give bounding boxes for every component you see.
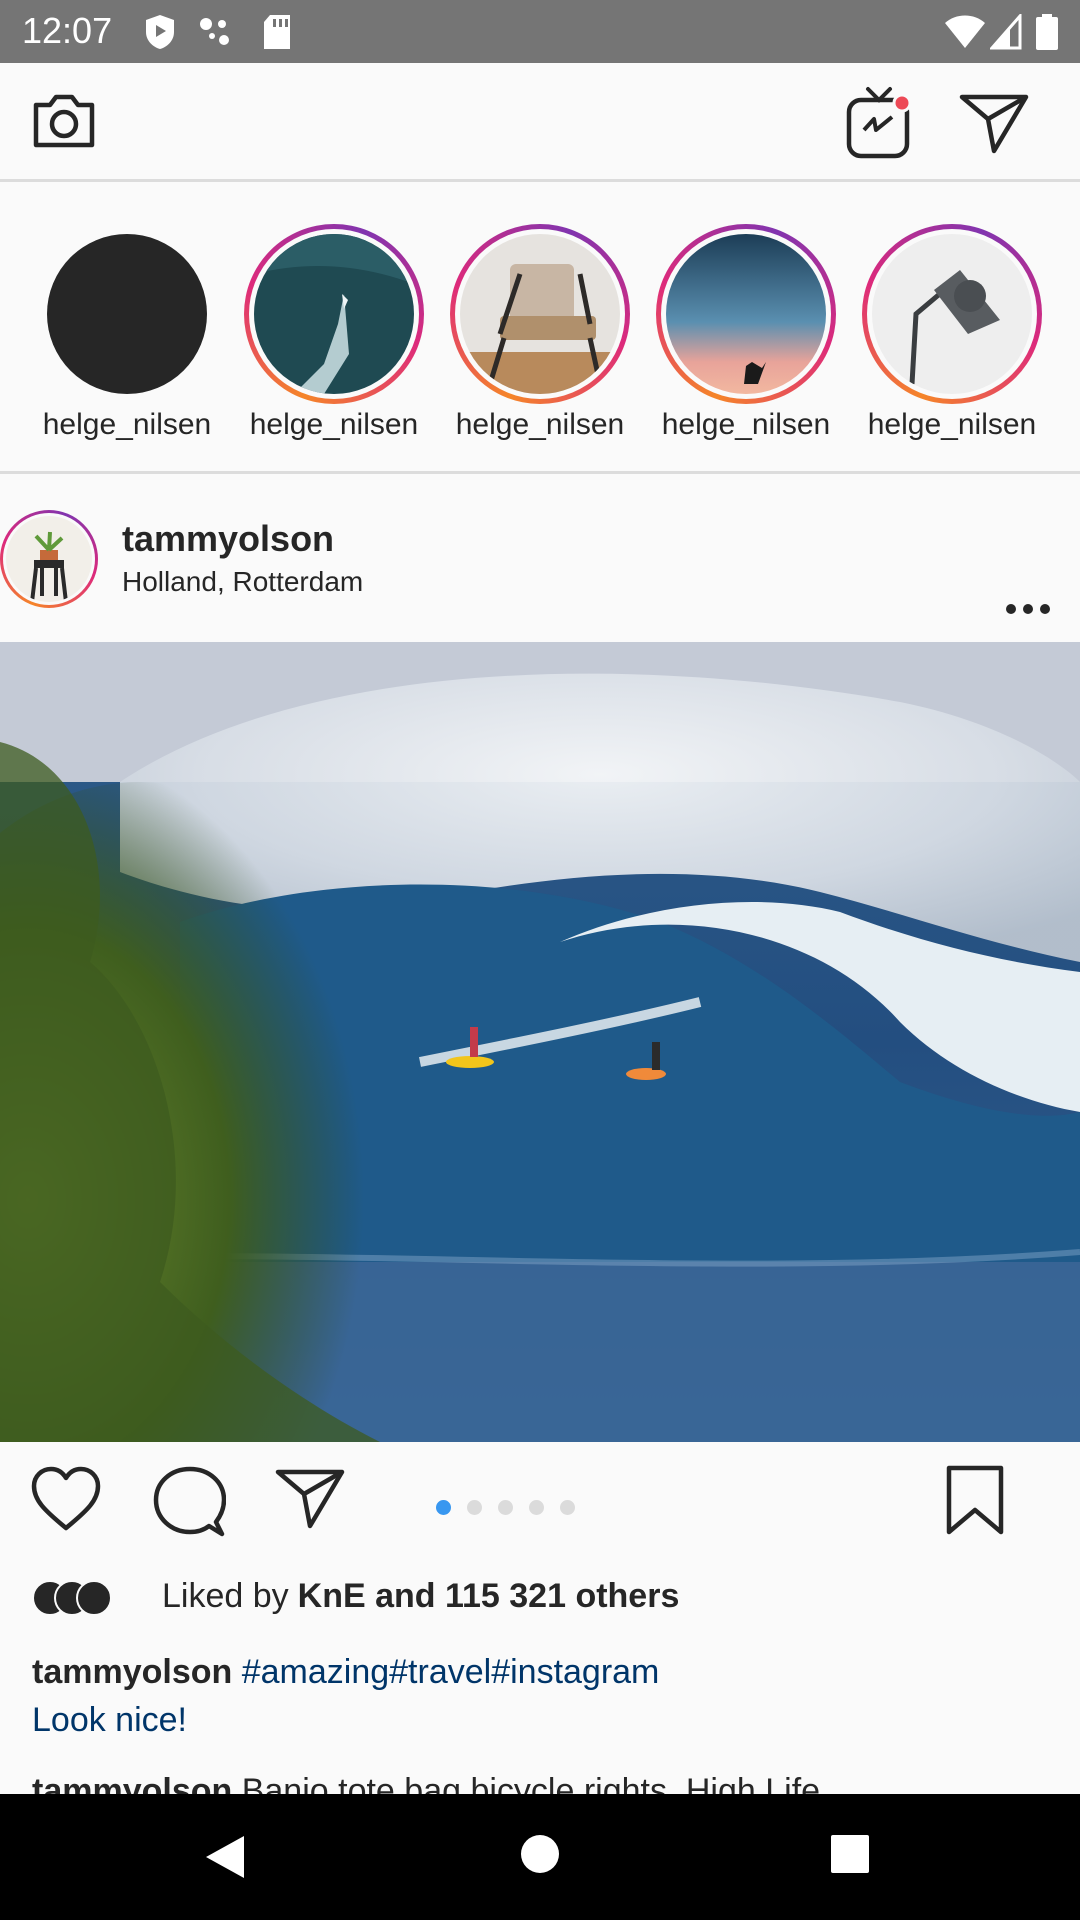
sdcard-icon [262, 0, 292, 63]
shield-icon [144, 0, 176, 63]
direct-message-icon[interactable] [958, 91, 1030, 160]
signal-icon [990, 0, 1022, 63]
story-avatar [666, 234, 826, 394]
story-ring [656, 224, 836, 404]
story-item[interactable]: helge_nilsen [231, 224, 437, 442]
post-location[interactable]: Holland, Rotterdam [122, 566, 363, 598]
back-icon[interactable] [204, 1834, 246, 1885]
dots-icon [198, 0, 234, 63]
story-item[interactable]: helge_nilsen [849, 224, 1055, 442]
carousel-dot [467, 1500, 482, 1515]
story-username: helge_nilsen [455, 408, 625, 441]
story-item[interactable]: helge_nilsen [643, 224, 849, 442]
story-username: helge_nilsen [42, 408, 212, 441]
story-avatar [47, 234, 207, 394]
post-header: tammyolson Holland, Rotterdam [0, 508, 1080, 642]
caption-hashtags[interactable]: #amazing#travel#instagram [242, 1653, 660, 1691]
home-icon[interactable] [520, 1834, 560, 1879]
story-username: helge_nilsen [249, 408, 419, 441]
caption-more[interactable]: Look nice! [32, 1696, 1052, 1744]
status-time: 12:07 [22, 10, 113, 51]
story-ring [862, 224, 1042, 404]
post-username[interactable]: tammyolson [122, 518, 334, 560]
likes-row[interactable]: Liked by KnE and 115 321 others [32, 1566, 679, 1626]
story-avatar [460, 234, 620, 394]
stories-tray: helge_nilsen helge_nilsen helge_nilsen h… [0, 182, 1080, 474]
camera-icon[interactable] [30, 87, 98, 160]
share-icon[interactable] [274, 1466, 346, 1535]
liker-avatars [32, 1576, 142, 1616]
likes-count[interactable]: KnE and 115 321 others [298, 1577, 680, 1616]
story-item[interactable]: helge_nilsen [24, 224, 230, 442]
like-heart-icon[interactable] [30, 1466, 102, 1537]
post-image[interactable] [0, 642, 1080, 1442]
carousel-dot [560, 1500, 575, 1515]
system-nav-bar [0, 1794, 1080, 1920]
story-avatar [254, 234, 414, 394]
status-bar: 12:07 [0, 0, 1080, 63]
carousel-dot [529, 1500, 544, 1515]
story-ring [244, 224, 424, 404]
igtv-icon[interactable] [846, 83, 912, 166]
story-ring [37, 224, 217, 404]
carousel-dot [498, 1500, 513, 1515]
likes-prefix: Liked by [162, 1576, 289, 1615]
story-avatar [872, 234, 1032, 394]
story-username: helge_nilsen [661, 408, 831, 441]
comment-icon[interactable] [152, 1466, 227, 1543]
bookmark-icon[interactable] [944, 1464, 1006, 1541]
more-options-icon[interactable] [1004, 602, 1052, 621]
post-actions [0, 1442, 1080, 1562]
carousel-dot-active [436, 1500, 451, 1515]
post-avatar[interactable] [0, 510, 98, 608]
recents-icon[interactable] [830, 1834, 870, 1879]
avatar [76, 1580, 112, 1616]
story-item[interactable]: helge_nilsen [437, 224, 643, 442]
top-bar [0, 63, 1080, 182]
caption-username[interactable]: tammyolson [32, 1653, 232, 1691]
story-username: helge_nilsen [867, 408, 1037, 441]
carousel-indicator [436, 1500, 575, 1515]
post-caption: tammyolson #amazing#travel#instagram Loo… [32, 1648, 1052, 1744]
battery-icon [1036, 0, 1058, 63]
story-ring [450, 224, 630, 404]
wifi-icon [944, 0, 986, 63]
